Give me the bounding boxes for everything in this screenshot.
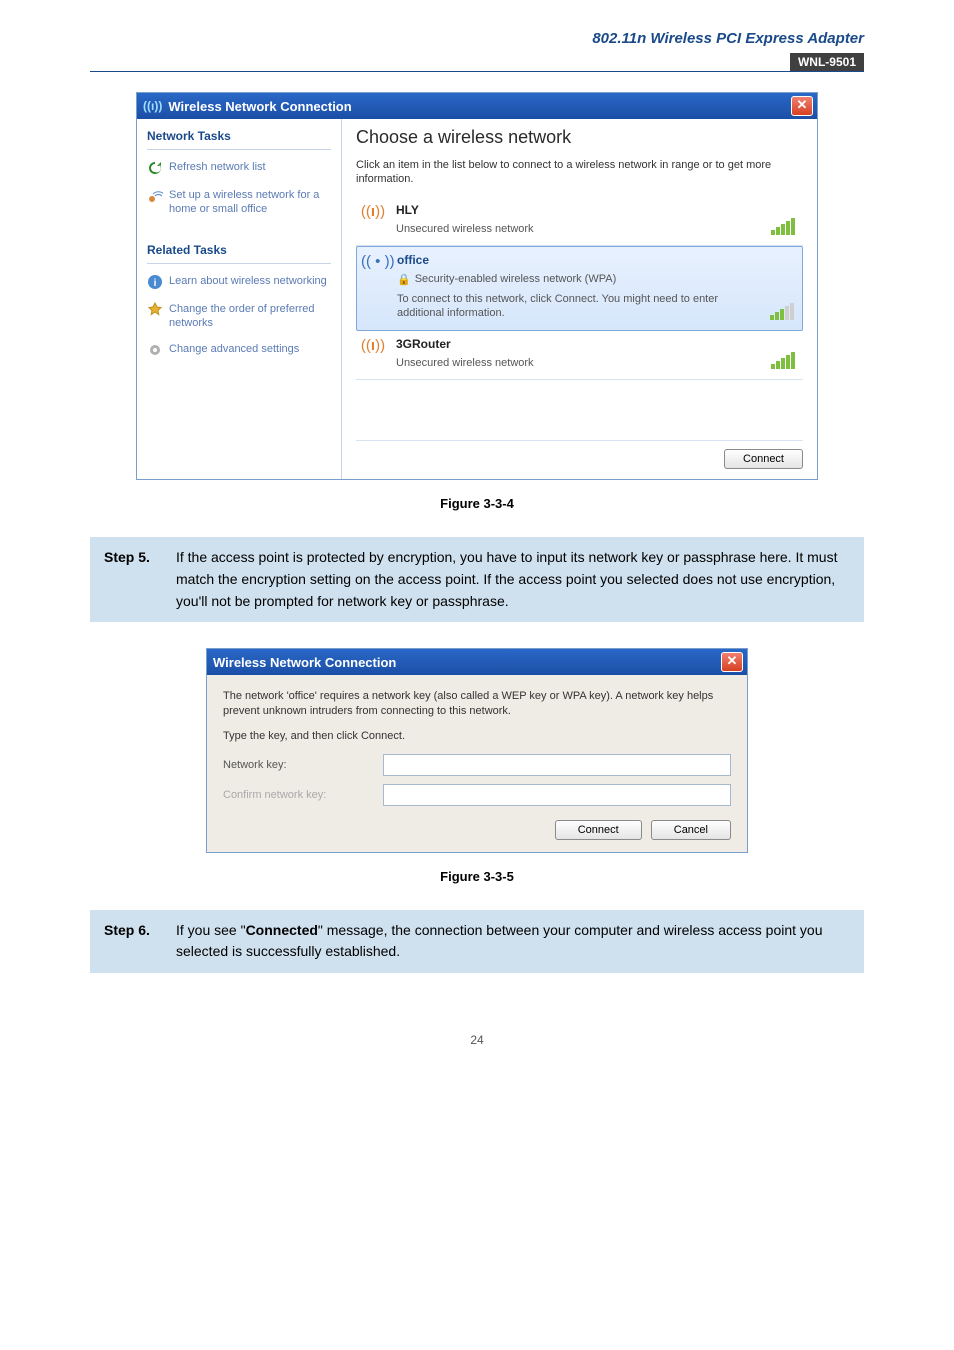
dialog-title: Wireless Network Connection [213, 655, 396, 670]
signal-strength-icon [770, 253, 798, 321]
close-button[interactable]: ✕ [791, 96, 813, 116]
dialog-instruction: Type the key, and then click Connect. [223, 729, 731, 744]
network-tasks-header: Network Tasks [147, 129, 331, 150]
network-item-hly[interactable]: ((ı)) HLY Unsecured wireless network [356, 197, 803, 246]
star-icon [147, 302, 163, 318]
svg-text:i: i [154, 278, 157, 289]
wireless-net-window: ((ı)) Wireless Network Connection ✕ Netw… [136, 92, 818, 480]
network-key-row: Network key: [223, 754, 731, 776]
wireless-icon: (( • )) [361, 253, 387, 321]
gear-icon [147, 342, 163, 358]
network-name: HLY [396, 203, 761, 217]
network-key-input[interactable] [383, 754, 731, 776]
step-5-box: Step 5. If the access point is protected… [90, 537, 864, 622]
model-badge: WNL-9501 [790, 53, 864, 71]
info-icon: i [147, 274, 163, 290]
task-link-label: Change advanced settings [169, 342, 299, 356]
related-tasks-header: Related Tasks [147, 243, 331, 264]
figure-334-caption: Figure 3-3-4 [90, 496, 864, 511]
network-list: ((ı)) HLY Unsecured wireless network (( … [356, 197, 803, 441]
refresh-icon [147, 160, 163, 176]
network-subtitle: Unsecured wireless network [396, 357, 761, 369]
close-button[interactable]: ✕ [721, 652, 743, 672]
antenna-icon: ((ı)) [143, 99, 162, 113]
dialog-connect-button[interactable]: Connect [555, 820, 642, 840]
network-list-pane: Choose a wireless network Click an item … [342, 119, 817, 479]
setup-wireless-link[interactable]: Set up a wireless network for a home or … [147, 188, 331, 217]
learn-wireless-link[interactable]: i Learn about wireless networking [147, 274, 331, 290]
window-title: Wireless Network Connection [168, 99, 351, 114]
wireless-icon: ((ı)) [360, 337, 386, 369]
confirm-key-row: Confirm network key: [223, 784, 731, 806]
header-divider [90, 71, 864, 72]
tasks-sidebar: Network Tasks Refresh network list Set u… [137, 119, 342, 479]
network-name: office [397, 253, 760, 267]
dialog-description: The network 'office' requires a network … [223, 689, 731, 719]
refresh-network-list-link[interactable]: Refresh network list [147, 160, 331, 176]
lock-icon: 🔒 [397, 273, 411, 286]
doc-header-title: 802.11n Wireless PCI Express Adapter [90, 30, 864, 47]
network-item-3grouter[interactable]: ((ı)) 3GRouter Unsecured wireless networ… [356, 331, 803, 380]
advanced-settings-link[interactable]: Change advanced settings [147, 342, 331, 358]
page-number: 24 [90, 1033, 864, 1047]
task-link-label: Refresh network list [169, 160, 266, 174]
step-5-text: If the access point is protected by encr… [176, 547, 850, 612]
choose-network-heading: Choose a wireless network [356, 127, 803, 148]
network-key-label: Network key: [223, 759, 383, 771]
task-link-label: Set up a wireless network for a home or … [169, 188, 331, 217]
dialog-cancel-button[interactable]: Cancel [651, 820, 731, 840]
confirm-key-label: Confirm network key: [223, 789, 383, 801]
task-link-label: Learn about wireless networking [169, 274, 327, 288]
network-item-office[interactable]: (( • )) office 🔒 Security-enabled wirele… [356, 246, 803, 332]
network-subtitle: 🔒 Security-enabled wireless network (WPA… [397, 273, 760, 286]
signal-strength-icon [771, 203, 799, 235]
network-extra-info: To connect to this network, click Connec… [397, 292, 760, 321]
network-name: 3GRouter [396, 337, 761, 351]
step-6-box: Step 6. If you see "Connected" message, … [90, 910, 864, 973]
step-6-text: If you see "Connected" message, the conn… [176, 920, 850, 963]
confirm-key-input[interactable] [383, 784, 731, 806]
task-link-label: Change the order of preferred networks [169, 302, 331, 331]
dialog-titlebar: Wireless Network Connection ✕ [207, 649, 747, 675]
setup-network-icon [147, 188, 163, 204]
step-6-label: Step 6. [104, 920, 176, 963]
figure-335-caption: Figure 3-3-5 [90, 869, 864, 884]
network-subtitle: Unsecured wireless network [396, 223, 761, 235]
wireless-icon: ((ı)) [360, 203, 386, 235]
window-titlebar: ((ı)) Wireless Network Connection ✕ [137, 93, 817, 119]
choose-network-desc: Click an item in the list below to conne… [356, 158, 803, 187]
change-order-link[interactable]: Change the order of preferred networks [147, 302, 331, 331]
step-5-label: Step 5. [104, 547, 176, 612]
connect-button[interactable]: Connect [724, 449, 803, 469]
signal-strength-icon [771, 337, 799, 369]
network-key-dialog: Wireless Network Connection ✕ The networ… [206, 648, 748, 853]
